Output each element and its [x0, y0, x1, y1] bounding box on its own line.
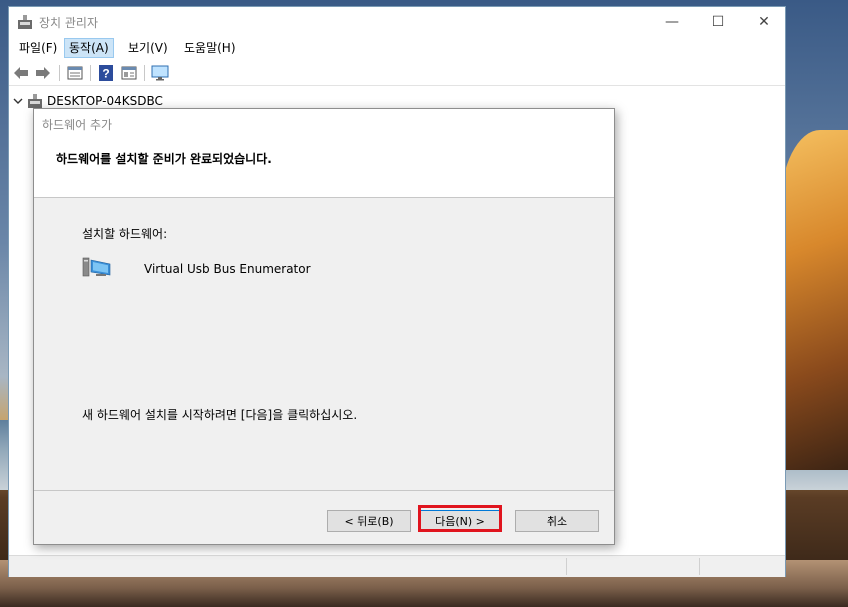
dialog-heading: 하드웨어를 설치할 준비가 완료되었습니다. — [56, 152, 272, 166]
instruction-text: 새 하드웨어 설치를 시작하려면 [다음]을 클릭하십시오. — [82, 408, 358, 422]
menu-bar: 파일(F) 동작(A) 보기(V) 도움말(H) — [9, 37, 785, 59]
scan-button[interactable] — [151, 64, 169, 82]
help-button[interactable]: ? — [97, 64, 115, 82]
back-icon — [14, 67, 28, 79]
menu-view[interactable]: 보기(V) — [124, 38, 172, 58]
close-button[interactable]: ✕ — [741, 7, 787, 36]
toolbar-separator — [144, 65, 145, 81]
dialog-body: 설치할 하드웨어: Virtual Usb Bus Enumerator 새 하… — [34, 198, 614, 491]
properties-icon — [67, 66, 83, 80]
view-button[interactable] — [120, 64, 138, 82]
view-icon — [121, 66, 137, 80]
menu-help[interactable]: 도움말(H) — [180, 38, 240, 58]
toolbar-separator — [59, 65, 60, 81]
forward-icon — [36, 67, 50, 79]
maximize-button[interactable]: ☐ — [695, 7, 741, 36]
help-icon: ? — [99, 65, 113, 81]
tree-root-node[interactable]: DESKTOP-04KSDBC — [13, 93, 163, 109]
toolbar: ? — [9, 61, 785, 86]
properties-button[interactable] — [66, 64, 84, 82]
wallpaper-cliff — [780, 130, 848, 470]
dialog-header: 하드웨어를 설치할 준비가 완료되었습니다. — [34, 137, 614, 198]
chevron-down-icon[interactable] — [13, 96, 23, 106]
toolbar-separator — [90, 65, 91, 81]
forward-button[interactable] — [34, 64, 52, 82]
computer-icon — [28, 94, 42, 108]
maximize-icon: ☐ — [711, 13, 725, 30]
status-bar — [9, 555, 785, 577]
hardware-name: Virtual Usb Bus Enumerator — [144, 262, 311, 276]
hardware-device-icon — [82, 257, 111, 277]
device-manager-icon — [18, 15, 32, 29]
close-icon: ✕ — [758, 13, 770, 30]
next-button[interactable]: 다음(N) > — [418, 510, 502, 532]
svg-text:?: ? — [102, 67, 109, 81]
dialog-footer: < 뒤로(B) 다음(N) > 취소 — [34, 491, 614, 544]
minimize-icon: — — [665, 13, 679, 30]
dialog-title: 하드웨어 추가 — [42, 118, 113, 132]
back-button[interactable] — [12, 64, 30, 82]
title-bar[interactable]: 장치 관리자 — ☐ ✕ — [9, 7, 785, 36]
menu-action[interactable]: 동작(A) — [64, 38, 114, 58]
minimize-button[interactable]: — — [649, 7, 695, 36]
add-hardware-dialog: 하드웨어 추가 하드웨어를 설치할 준비가 완료되었습니다. 설치할 하드웨어:… — [33, 108, 615, 545]
status-divider — [699, 558, 700, 575]
tree-root-label: DESKTOP-04KSDBC — [47, 94, 163, 108]
install-hardware-label: 설치할 하드웨어: — [82, 227, 168, 241]
monitor-icon — [151, 65, 169, 81]
status-divider — [566, 558, 567, 575]
back-button[interactable]: < 뒤로(B) — [327, 510, 411, 532]
menu-file[interactable]: 파일(F) — [15, 38, 61, 58]
window-title: 장치 관리자 — [39, 16, 99, 30]
cancel-button[interactable]: 취소 — [515, 510, 599, 532]
